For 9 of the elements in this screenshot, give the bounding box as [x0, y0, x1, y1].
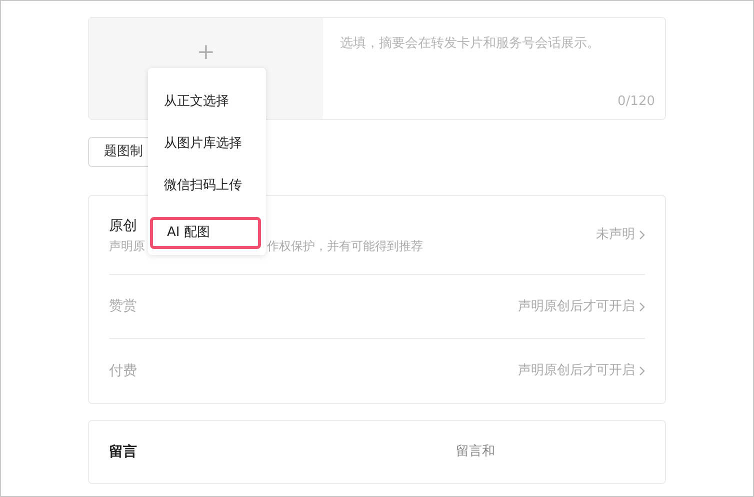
row-title: 赞赏 [109, 297, 137, 316]
character-count: 0/120 [618, 92, 655, 110]
placeholder-text: 选填，摘要会在转发卡片和服务号会话展示。 [340, 36, 600, 51]
add-icon: + [196, 42, 216, 64]
row-title: 付费 [109, 362, 137, 380]
row-description: 声明原 [109, 238, 145, 254]
row-title: 原创 [109, 216, 137, 236]
row-title: 留言 [109, 442, 137, 462]
row-description: 作权保护，并有可能得到推荐 [267, 238, 423, 254]
